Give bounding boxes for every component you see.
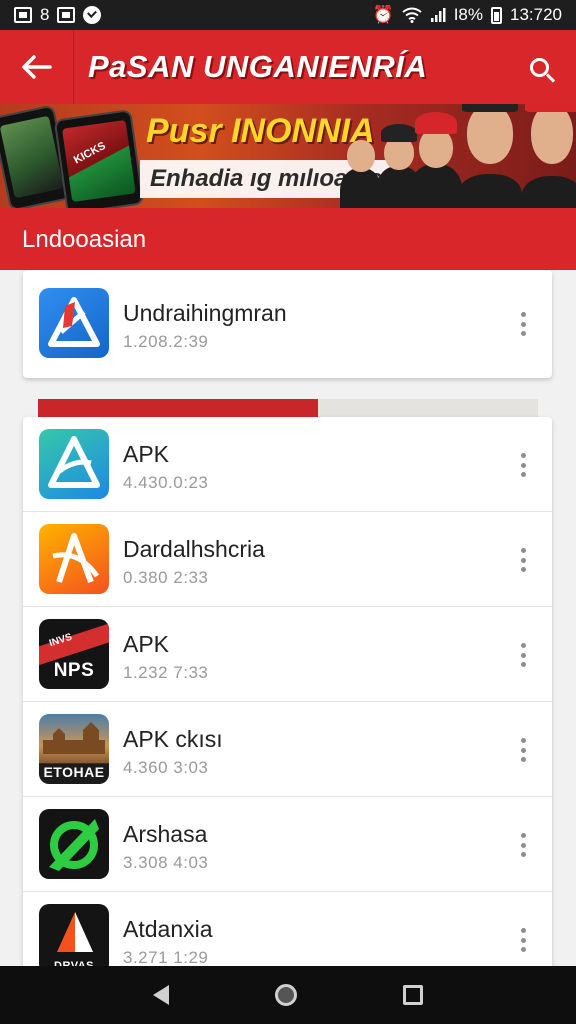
more-vert-icon	[520, 928, 526, 933]
app-meta: 1.232 7:33	[123, 663, 209, 682]
more-options-button[interactable]	[510, 734, 536, 766]
more-vert-icon	[520, 738, 526, 743]
phone-image-2: KICKS	[53, 109, 145, 208]
section-title: Lndooasian	[22, 226, 147, 253]
app-list: APK 4.430.0:23 Dardalhshcria 0.380 2:33 …	[23, 417, 552, 977]
more-vert-icon	[520, 643, 526, 648]
back-button[interactable]	[0, 30, 74, 104]
status-left: 8	[14, 5, 102, 25]
list-item[interactable]: Arshasa 3.308 4:03	[23, 797, 552, 892]
orange-a-logo-icon	[39, 524, 109, 594]
app-meta: 3.271 1:29	[123, 948, 209, 967]
black-sail-logo-icon: DRVAS	[39, 904, 109, 974]
search-icon	[529, 57, 549, 77]
more-options-button[interactable]	[510, 449, 536, 481]
loading-strip-fill	[38, 399, 318, 417]
navigation-bar	[0, 966, 576, 1024]
app-name: Undraihingmran	[123, 300, 287, 326]
list-item[interactable]: INVS NPS APK 1.232 7:33	[23, 607, 552, 702]
list-item[interactable]: ETOHAE APK ckısı 4.360 3:03	[23, 702, 552, 797]
more-options-button[interactable]	[510, 924, 536, 956]
list-item[interactable]: Undraihingmran 1.208.2:39	[23, 276, 552, 371]
app-bar: PaSAN UNGANIENRÍA	[0, 30, 576, 104]
people-photo	[340, 104, 576, 208]
list-item[interactable]: APK 4.430.0:23	[23, 417, 552, 512]
app-name: Arshasa	[123, 821, 208, 847]
app-meta: 3.308 4:03	[123, 853, 209, 872]
more-vert-icon	[520, 833, 526, 838]
app-meta: 1.208.2:39	[123, 332, 209, 351]
status-left-text: 8	[40, 5, 50, 24]
alarm-icon: ⏰	[372, 5, 394, 24]
app-meta: 4.430.0:23	[123, 473, 209, 492]
check-circle-icon	[83, 6, 102, 24]
icon-text: ETOHAE	[43, 764, 105, 780]
search-button[interactable]	[502, 30, 576, 104]
blue-triangle-logo-icon	[39, 429, 109, 499]
section-header: Lndooasian	[0, 208, 576, 270]
more-options-button[interactable]	[510, 639, 536, 671]
app-name: APK ckısı	[123, 726, 223, 752]
green-swirl-logo-icon	[39, 809, 109, 879]
arrow-left-icon	[21, 55, 52, 79]
more-vert-icon	[520, 312, 526, 317]
notification-icon	[14, 7, 32, 23]
icon-text: NPS	[53, 660, 95, 681]
battery-percent: I8%	[453, 5, 483, 24]
status-time: 13:720	[510, 5, 562, 24]
battery-icon	[491, 6, 502, 24]
more-options-button[interactable]	[510, 308, 536, 340]
more-options-button[interactable]	[510, 544, 536, 576]
app-name: Dardalhshcria	[123, 536, 265, 562]
more-vert-icon	[520, 453, 526, 458]
signal-icon	[430, 8, 446, 22]
black-nps-logo-icon: INVS NPS	[39, 619, 109, 689]
nav-back-icon[interactable]	[153, 985, 169, 1005]
wifi-icon	[402, 7, 422, 23]
status-bar: 8 ⏰ I8% 13:720	[0, 0, 576, 30]
nav-home-icon[interactable]	[275, 984, 297, 1006]
blue-triangle-logo-icon	[39, 288, 109, 358]
nav-recents-icon[interactable]	[403, 985, 423, 1005]
featured-card[interactable]: Undraihingmran 1.208.2:39	[23, 270, 552, 378]
landmark-photo-icon: ETOHAE	[39, 714, 109, 784]
app-name: APK	[123, 631, 170, 657]
more-vert-icon	[520, 548, 526, 553]
status-right: ⏰ I8% 13:720	[373, 5, 562, 25]
app-meta: 4.360 3:03	[123, 758, 209, 777]
app-name: Atdanxia	[123, 916, 213, 942]
list-item[interactable]: Dardalhshcria 0.380 2:33	[23, 512, 552, 607]
app-name: APK	[123, 441, 170, 467]
message-icon	[57, 7, 76, 23]
page-title: PaSAN UNGANIENRÍA	[88, 49, 428, 84]
app-meta: 0.380 2:33	[123, 568, 209, 587]
loading-strip	[38, 399, 538, 417]
promo-banner[interactable]: KICKS Pusr INONNIA Enhadia ıg mılıoad s	[0, 104, 576, 208]
more-options-button[interactable]	[510, 829, 536, 861]
